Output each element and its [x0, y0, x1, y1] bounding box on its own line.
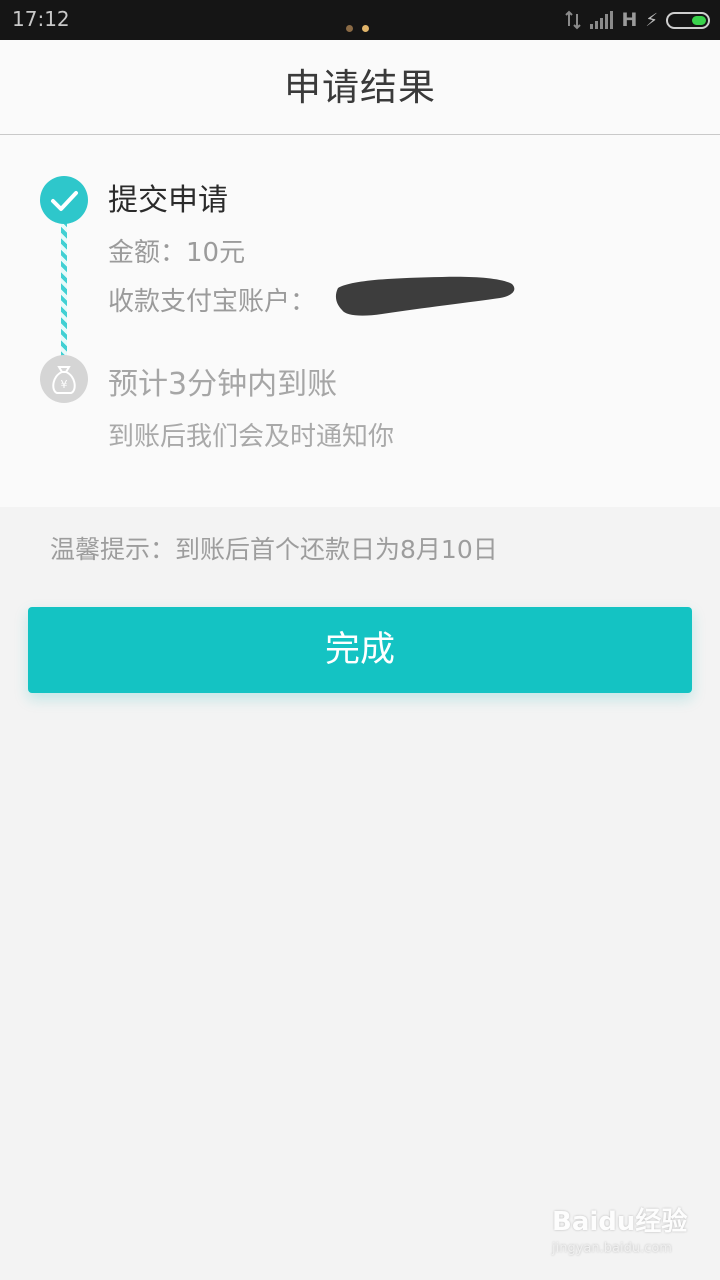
step-pending-indicator: ¥	[40, 355, 88, 403]
data-arrows-icon	[565, 10, 582, 30]
watermark-brand: Baidu经验	[552, 1207, 688, 1237]
progress-card: 提交申请 金额：10元 收款支付宝账户： ¥ 预计3分钟内到账 到账后我们会及时…	[0, 135, 720, 507]
step-1-amount: 金额：10元	[108, 238, 246, 268]
step-1-account-label: 收款支付宝账户：	[108, 287, 317, 317]
charging-bolt-icon: ⚡	[645, 9, 658, 31]
step-2-note: 到账后我们会及时通知你	[108, 422, 395, 452]
status-bar: 17:12 H ⚡	[0, 0, 720, 40]
status-dot	[362, 25, 369, 32]
warm-tip: 温馨提示：到账后首个还款日为8月10日	[50, 535, 498, 564]
watermark-url: jingyan.baidu.com	[552, 1241, 672, 1256]
baidu-watermark: Baidu经验 jingyan.baidu.com	[552, 1197, 700, 1267]
step-1-title: 提交申请	[108, 183, 228, 218]
done-button[interactable]: 完成	[28, 607, 692, 693]
status-dot	[346, 25, 353, 32]
check-icon	[51, 191, 78, 211]
step-done-indicator	[40, 176, 88, 224]
status-dots	[346, 17, 378, 36]
redacted-account	[335, 276, 515, 316]
signal-icon	[590, 11, 614, 29]
step-2-title: 预计3分钟内到账	[108, 367, 338, 402]
page-header: 申请结果	[0, 40, 720, 135]
money-bag-icon: ¥	[52, 366, 76, 394]
status-time: 17:12	[12, 7, 70, 31]
network-type: H	[621, 9, 638, 31]
svg-text:¥: ¥	[61, 378, 68, 391]
step-connector	[61, 223, 67, 357]
battery-icon	[666, 11, 710, 29]
status-icons: H ⚡	[565, 8, 710, 32]
page-title: 申请结果	[284, 66, 436, 109]
